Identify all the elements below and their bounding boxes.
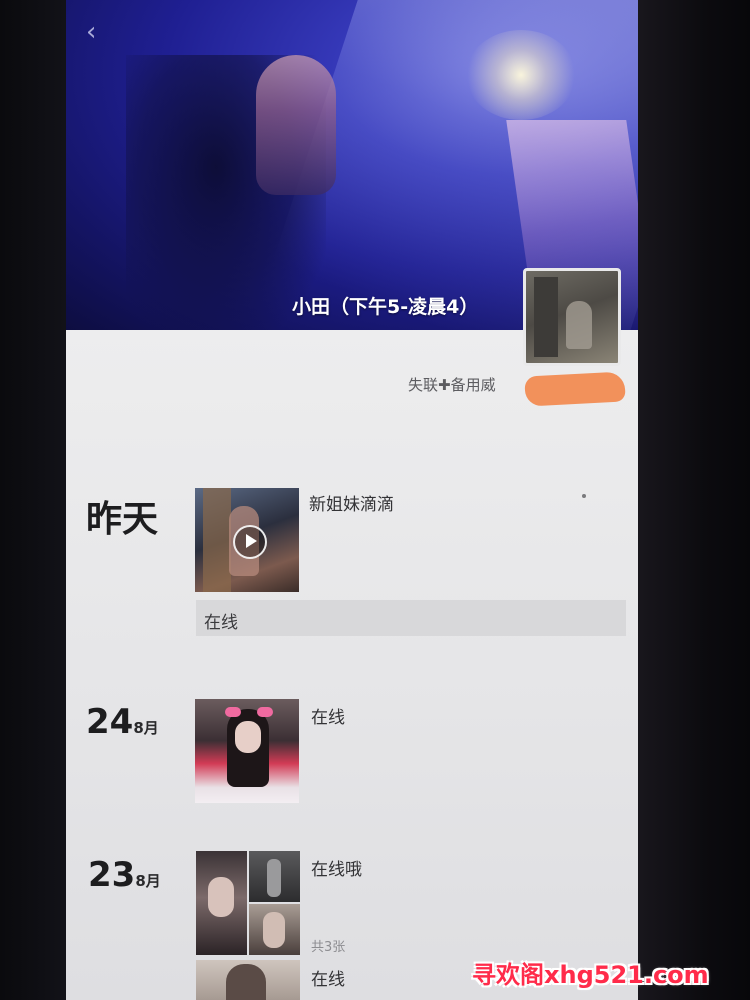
profile-signature: 失联✚备用威 [408,376,496,394]
avatar[interactable] [523,268,621,366]
back-arrow-icon[interactable]: ‹ [86,18,110,46]
redaction-scribble [524,371,626,407]
post-thumbnail-photo[interactable] [196,851,247,955]
date-day: 24 [86,702,134,742]
feed-date-23: 238月 [88,855,161,895]
post-shared-text: 在线 [204,613,238,633]
play-icon[interactable] [233,525,267,559]
post-thumbnail-photo[interactable] [195,699,299,803]
moments-feed-panel [66,330,638,1000]
post-text: 在线哦 [311,860,362,880]
post-text: 在线 [311,708,345,728]
watermark-text: 寻欢阁xhg521.com [472,961,709,989]
date-month: 8月 [133,719,159,737]
screen-bezel-left [0,0,66,1000]
feed-date-yesterday: 昨天 [86,499,159,540]
screen-bezel-right [635,0,750,1000]
date-day: 23 [88,855,136,895]
more-dot-icon [582,494,586,498]
post-text: 在线 [311,970,345,990]
post-thumbnail-photo[interactable] [249,904,300,955]
feed-date-24: 248月 [86,702,159,742]
post-thumbnail-photo[interactable] [249,851,300,902]
post-shared-box[interactable]: 在线 [196,600,626,636]
profile-name: 小田（下午5-凌晨4） [292,296,479,318]
post-thumbnail-photo[interactable] [196,960,300,1000]
date-month: 8月 [135,872,161,890]
photo-count: 共3张 [311,940,346,955]
post-text: 新姐妹滴滴 [309,495,394,515]
